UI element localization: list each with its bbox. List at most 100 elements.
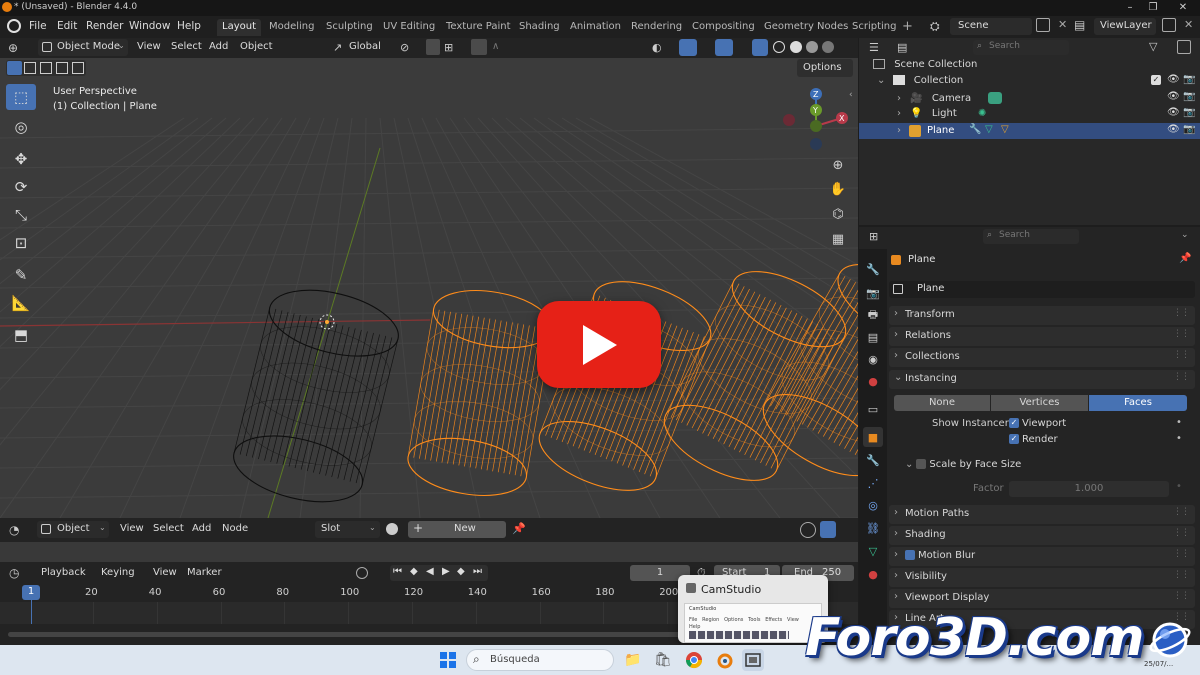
editor-type-icon[interactable]: ⊕: [8, 41, 18, 55]
modifier-tab-icon[interactable]: 🔧: [863, 450, 883, 470]
instance-child-icon[interactable]: ▽: [1001, 124, 1009, 135]
constraints-tab-icon[interactable]: ⛓: [863, 518, 883, 538]
shader-menu-add[interactable]: Add: [192, 523, 211, 534]
tab-scripting[interactable]: Scripting: [847, 19, 901, 36]
render-camera-icon[interactable]: 📷: [1183, 107, 1195, 118]
select-intersect-icon[interactable]: [72, 62, 84, 74]
menu-file[interactable]: File: [29, 20, 47, 32]
chevron-right-icon[interactable]: ›: [897, 125, 901, 136]
panel-motion-blur[interactable]: › Motion Blur ⋮⋮: [889, 547, 1195, 566]
chevron-right-icon[interactable]: ›: [897, 93, 901, 104]
tab-geometry-nodes[interactable]: Geometry Nodes: [759, 19, 853, 36]
annotate-tool-icon[interactable]: ✎: [6, 262, 36, 288]
delete-scene-icon[interactable]: ✕: [1058, 18, 1067, 31]
light-data-icon[interactable]: ✺: [978, 108, 986, 119]
shader-editor-canvas[interactable]: [0, 542, 858, 562]
falloff-icon[interactable]: ∧: [492, 41, 499, 52]
render-camera-icon[interactable]: 📷: [1183, 124, 1195, 135]
chevron-down-icon[interactable]: ⌄: [1181, 230, 1189, 240]
panel-visibility[interactable]: › Visibility ⋮⋮: [889, 568, 1195, 587]
transform-tool-icon[interactable]: ⊡: [6, 230, 36, 256]
mesh-data-icon[interactable]: ▽: [985, 124, 993, 135]
tab-uv-editing[interactable]: UV Editing: [378, 19, 440, 36]
ortho-grid-icon[interactable]: ▦: [827, 228, 849, 250]
object-mode-dropdown[interactable]: Object Mode ⌄: [38, 39, 128, 56]
view-layer-field[interactable]: ViewLayer: [1094, 18, 1156, 35]
outliner-item-camera[interactable]: › 🎥 Camera 👁 📷: [897, 91, 1195, 104]
tab-animation[interactable]: Animation: [565, 19, 626, 36]
show-instancer-viewport-checkbox[interactable]: ✓ Viewport: [1009, 418, 1066, 429]
pin-icon[interactable]: 📌: [1179, 253, 1191, 264]
instancing-faces-button[interactable]: Faces: [1089, 395, 1187, 411]
shader-editor-type-icon[interactable]: ◔: [9, 523, 19, 537]
youtube-play-icon[interactable]: [537, 301, 661, 388]
wireframe-shading-icon[interactable]: [773, 41, 785, 53]
keyframe-dot-icon[interactable]: •: [1176, 433, 1182, 444]
outliner-item-plane[interactable]: › Plane 🔧 ▽ ▽ 👁 📷: [859, 123, 1200, 139]
collection-tab-icon[interactable]: ▭: [863, 399, 883, 419]
rendered-shading-icon[interactable]: [822, 41, 834, 53]
panel-motion-paths[interactable]: › Motion Paths ⋮⋮: [889, 505, 1195, 524]
scene-icon[interactable]: ⛭: [930, 19, 940, 34]
orientation-dropdown[interactable]: Global: [349, 41, 381, 52]
properties-search-input[interactable]: ⌕ Search: [983, 229, 1079, 244]
record-icon[interactable]: [356, 567, 368, 579]
tab-shading[interactable]: Shading: [514, 19, 565, 36]
cursor-tool-icon[interactable]: ◎: [6, 114, 36, 140]
panel-instancing[interactable]: ⌄ Instancing ⋮⋮: [889, 370, 1195, 389]
outliner-editor-icon[interactable]: ☰: [869, 41, 879, 54]
factor-field[interactable]: 1.000: [1009, 481, 1169, 497]
tab-modeling[interactable]: Modeling: [264, 19, 320, 36]
delete-view-layer-icon[interactable]: ✕: [1184, 18, 1193, 31]
particles-tab-icon[interactable]: ⋰: [863, 473, 883, 493]
overlay-toggle-icon[interactable]: [715, 39, 733, 56]
object-tab-icon[interactable]: ■: [863, 427, 883, 447]
3d-viewport[interactable]: Options User Perspective (1) Collection …: [0, 58, 858, 518]
store-icon[interactable]: 🛍: [652, 649, 674, 671]
move-tool-icon[interactable]: ✥: [6, 146, 36, 172]
new-view-layer-icon[interactable]: [1162, 18, 1176, 32]
tool-tab-icon[interactable]: 🔧: [863, 259, 883, 279]
menu-edit[interactable]: Edit: [57, 20, 77, 32]
visibility-eye-icon[interactable]: 👁: [1167, 74, 1180, 85]
shader-menu-node[interactable]: Node: [222, 523, 248, 534]
options-dropdown[interactable]: Options: [797, 59, 853, 77]
snap-toggle-icon[interactable]: [426, 39, 440, 55]
collection-exclude-checkbox[interactable]: ✓: [1151, 75, 1164, 86]
chevron-right-icon[interactable]: ›: [897, 108, 901, 119]
material-tab-icon[interactable]: ●: [863, 564, 883, 584]
select-extend-icon[interactable]: [24, 62, 36, 74]
slot-dropdown[interactable]: Slot ⌄: [315, 521, 380, 538]
filter-icon[interactable]: ▽: [1149, 40, 1157, 53]
pin-icon[interactable]: 📌: [512, 522, 526, 535]
modifier-wrench-icon[interactable]: 🔧: [969, 124, 981, 135]
outliner-collection-row[interactable]: ⌄ Collection ✓ 👁 📷: [877, 74, 1195, 86]
snap-target-icon[interactable]: ⊞: [444, 41, 453, 54]
material-browse-icon[interactable]: [386, 523, 398, 535]
visibility-filter-icon[interactable]: ◐: [652, 41, 662, 54]
camera-data-icon[interactable]: [988, 92, 1003, 104]
camstudio-taskbar-icon[interactable]: [742, 649, 764, 671]
keyframe-dot-icon[interactable]: •: [1176, 481, 1182, 492]
add-workspace-icon[interactable]: +: [902, 19, 913, 34]
transform-orientation-icon[interactable]: ↗: [333, 41, 342, 54]
panel-viewport-display[interactable]: › Viewport Display ⋮⋮: [889, 589, 1195, 608]
select-new-icon[interactable]: [7, 61, 22, 75]
menu-render[interactable]: Render: [86, 20, 123, 32]
zoom-icon[interactable]: ⊕: [827, 154, 849, 176]
material-shading-icon[interactable]: [806, 41, 818, 53]
instancing-vertices-button[interactable]: Vertices: [991, 395, 1088, 411]
sidebar-toggle-icon[interactable]: ‹: [849, 90, 853, 100]
measure-tool-icon[interactable]: 📐: [6, 290, 36, 316]
file-explorer-icon[interactable]: 📁: [622, 649, 644, 671]
tab-texture-paint[interactable]: Texture Paint: [441, 19, 516, 36]
rotate-tool-icon[interactable]: ⟳: [6, 174, 36, 200]
timeline-menu-view[interactable]: View: [153, 567, 177, 578]
prev-keyframe-icon[interactable]: ◆: [410, 566, 418, 577]
solid-shading-icon[interactable]: [790, 41, 802, 53]
shader-menu-view[interactable]: View: [120, 523, 144, 534]
viewport-menu-view[interactable]: View: [137, 41, 161, 52]
data-tab-icon[interactable]: ▽: [863, 541, 883, 561]
panel-collections[interactable]: › Collections ⋮⋮: [889, 348, 1195, 367]
add-cube-tool-icon[interactable]: ⬒: [6, 322, 36, 348]
